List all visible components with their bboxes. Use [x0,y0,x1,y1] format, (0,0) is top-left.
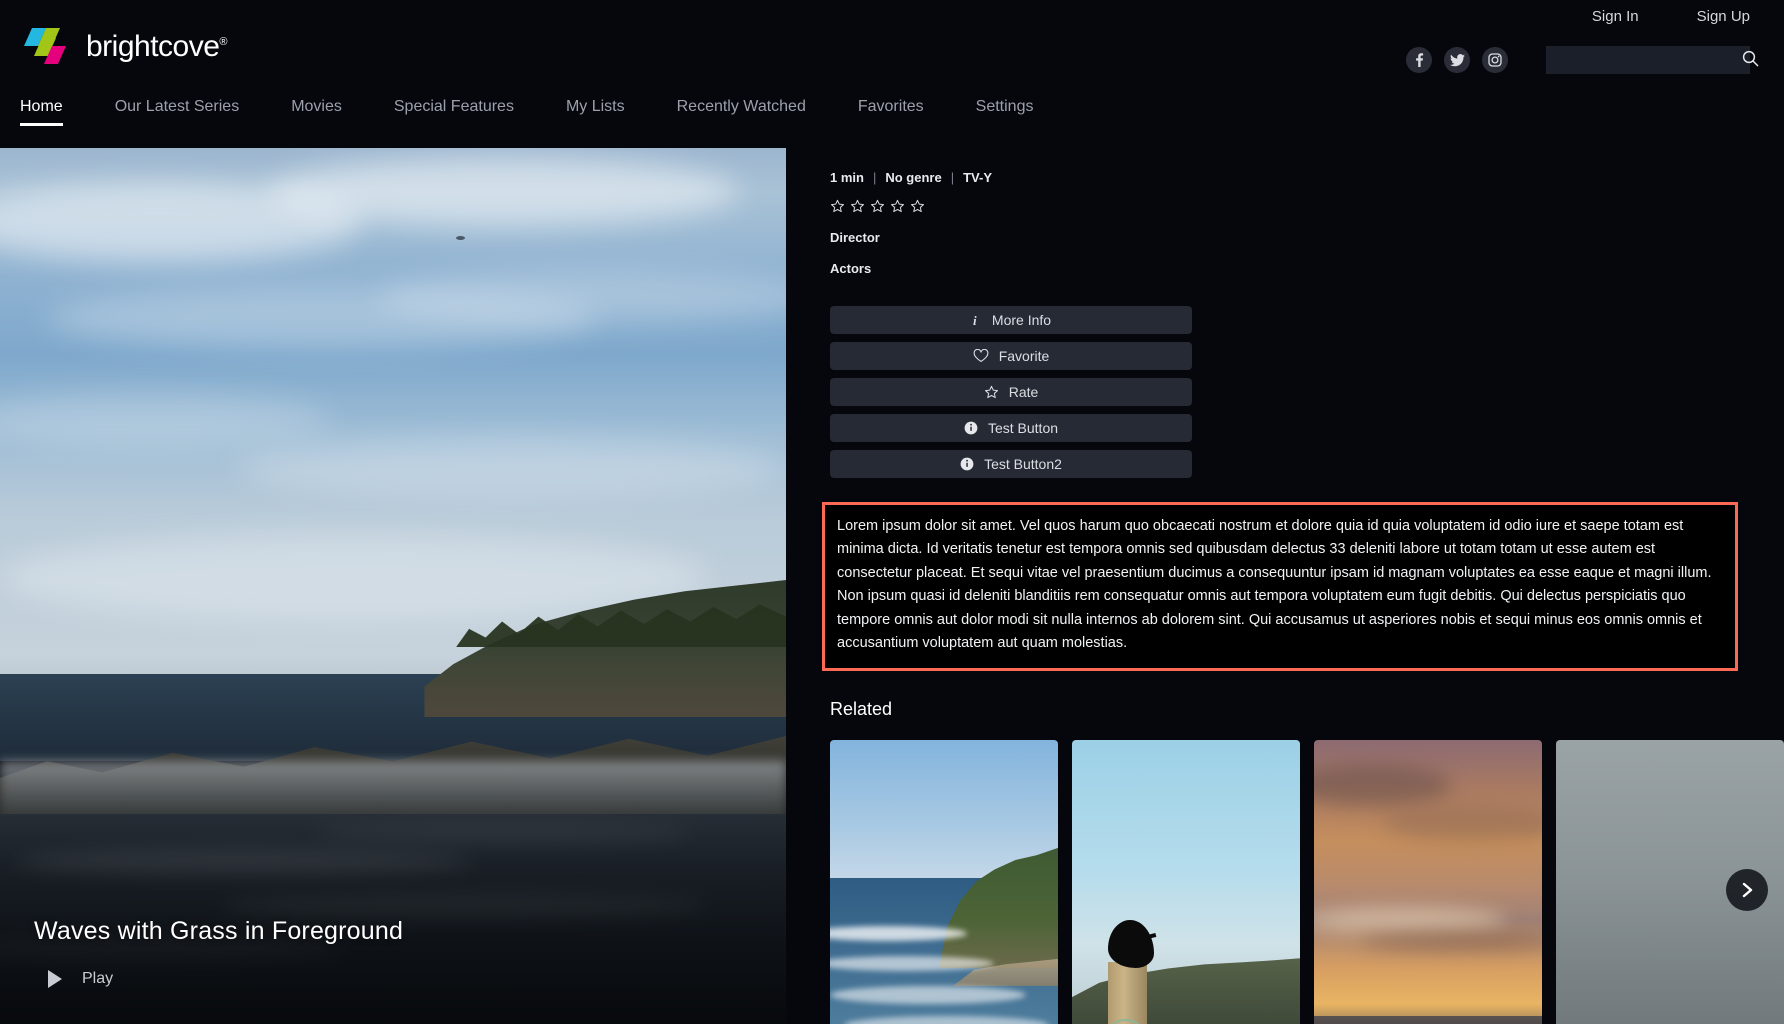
star-outline-icon[interactable] [830,199,845,214]
director-label: Director [830,230,880,245]
nav-item-settings[interactable]: Settings [976,98,1034,126]
brand-logo[interactable]: brightcove® [20,26,228,68]
star-outline-icon[interactable] [910,199,925,214]
rating-stars[interactable] [830,199,1784,214]
nav-item-movies[interactable]: Movies [291,98,342,126]
rate-button[interactable]: Rate [830,378,1192,406]
action-button-stack: i More Info Favorite Rate Test Button Te… [830,306,1192,478]
hero-video-player[interactable]: Waves with Grass in Foreground Play [0,148,786,1024]
related-thumbnail-image [1314,739,1542,1024]
meta-separator-1: | [872,170,877,185]
star-outline-icon[interactable] [850,199,865,214]
star-outline-icon[interactable] [890,199,905,214]
search-icon [1742,50,1759,70]
related-thumbnail-image [1072,739,1300,1024]
related-card-sunset[interactable] [1314,739,1542,1024]
video-description: Lorem ipsum dolor sit amet. Vel quos har… [837,518,1712,652]
search-input[interactable] [1546,46,1742,74]
twitter-icon[interactable] [1444,47,1470,73]
sign-in-link[interactable]: Sign In [1592,8,1639,25]
facebook-icon[interactable] [1406,47,1432,73]
brand-trademark: ® [219,36,228,48]
favorite-button[interactable]: Favorite [830,342,1192,370]
actors-label: Actors [830,261,872,276]
more-info-label: More Info [991,312,1052,328]
test-button-2-label: Test Button2 [984,456,1062,472]
nav-item-special-features[interactable]: Special Features [394,98,514,126]
meta-rating-code: TV-Y [963,170,992,185]
search-bar[interactable] [1546,46,1759,74]
test-button-label: Test Button [987,420,1059,436]
instagram-icon[interactable] [1482,47,1508,73]
test-button-2[interactable]: Test Button2 [830,450,1192,478]
carousel-next-button[interactable] [1726,868,1768,911]
related-card-coastline[interactable] [830,739,1058,1024]
related-thumbnail-image [830,739,1058,1024]
video-detail-panel: 1 min | No genre | TV-Y Director Actors … [786,148,1784,1024]
hero-overlay-content: Waves with Grass in Foreground Play [34,917,403,988]
description-highlight-box: Lorem ipsum dolor sit amet. Vel quos har… [822,502,1738,671]
rate-label: Rate [1008,384,1039,400]
favorite-label: Favorite [998,348,1050,364]
auth-links: Sign In Sign Up [1592,8,1750,25]
nav-item-our-latest-series[interactable]: Our Latest Series [115,98,240,126]
chevron-right-icon [1738,881,1756,899]
related-card-crow[interactable] [1072,739,1300,1024]
star-outline-icon[interactable] [870,199,885,214]
related-carousel [830,739,1784,1024]
related-heading: Related [830,698,893,719]
video-meta-line: 1 min | No genre | TV-Y [830,170,1784,185]
app-root: brightcove® Sign In Sign Up Home Our Lat… [0,0,1784,1024]
more-info-button[interactable]: i More Info [830,306,1192,334]
meta-separator-2: | [950,170,955,185]
play-button[interactable]: Play [34,970,403,988]
info-italic-icon: i [971,313,982,327]
info-circle-icon [960,457,974,471]
sign-up-link[interactable]: Sign Up [1697,8,1750,25]
brand-name: brightcove® [86,30,228,63]
test-button[interactable]: Test Button [830,414,1192,442]
nav-item-recently-watched[interactable]: Recently Watched [677,98,806,126]
top-header: brightcove® Sign In Sign Up Home Our Lat… [0,0,1784,148]
main-nav: Home Our Latest Series Movies Special Fe… [20,98,1085,126]
nav-item-my-lists[interactable]: My Lists [566,98,625,126]
hero-title: Waves with Grass in Foreground [34,917,404,945]
header-utilities [1406,46,1759,74]
hero-gradient-overlay [0,148,786,1024]
meta-duration: 1 min [830,170,864,185]
nav-item-home[interactable]: Home [20,98,63,126]
svg-text:i: i [973,313,977,327]
play-triangle-icon [48,970,62,988]
heart-outline-icon [973,349,989,363]
star-outline-icon [984,385,999,400]
play-button-label: Play [82,970,114,987]
search-button[interactable] [1742,46,1759,74]
meta-genre: No genre [885,170,942,185]
brightcove-logo-icon [20,26,76,68]
info-circle-icon [964,421,978,435]
nav-item-favorites[interactable]: Favorites [858,98,924,126]
